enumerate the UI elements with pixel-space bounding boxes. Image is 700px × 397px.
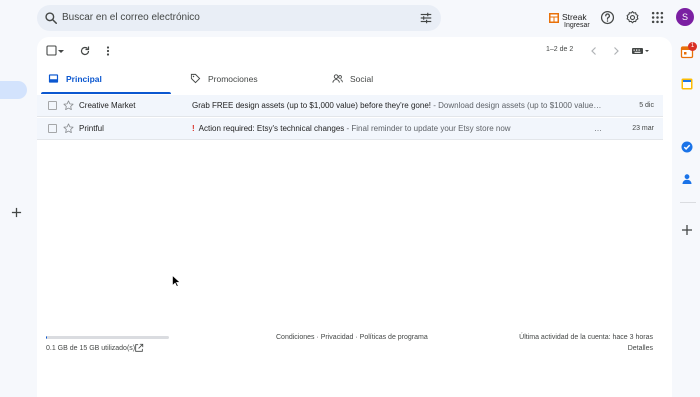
tag-icon [190, 73, 201, 84]
email-subject: Action required: Etsy's technical change… [198, 124, 345, 133]
tab-principal[interactable]: Principal [37, 65, 179, 95]
mouse-cursor-icon [172, 275, 180, 287]
email-row[interactable]: Printful ! Action required: Etsy's techni… [37, 118, 663, 140]
row-checkbox[interactable] [48, 124, 57, 133]
calendar-icon[interactable] [680, 77, 694, 91]
search-icon[interactable] [44, 11, 58, 25]
email-sender: Creative Market [79, 101, 136, 110]
select-dropdown-icon[interactable] [57, 45, 65, 57]
refresh-icon[interactable] [79, 45, 91, 57]
email-snippet: - Download design assets (up to $1000 va… [431, 101, 602, 110]
details-link[interactable]: Detalles [628, 345, 653, 352]
search-bar[interactable]: Buscar en el correo electrónico [37, 5, 441, 31]
more-options-icon[interactable] [102, 45, 114, 57]
last-activity-text: Última actividad de la cuenta: hace 3 ho… [519, 334, 653, 341]
streak-signin-label[interactable]: Ingresar [564, 22, 590, 29]
account-avatar[interactable]: S [676, 8, 694, 26]
category-tabs: Principal Promociones Social [37, 65, 672, 95]
important-marker-icon[interactable]: ! [192, 124, 195, 133]
pagination-count: 1–2 de 2 [546, 46, 574, 53]
help-icon[interactable] [600, 10, 615, 25]
get-addons-plus-icon[interactable] [680, 223, 694, 237]
star-icon[interactable] [63, 123, 74, 134]
storage-usage-text: 0.1 GB de 15 GB utilizado(s) [46, 345, 136, 352]
email-subject-line: ! Action required: Etsy's technical chang… [192, 124, 602, 133]
search-options-icon[interactable] [419, 11, 433, 25]
email-snippet: - Final reminder to update your Etsy sto… [344, 124, 511, 133]
storage-usage-fill [46, 336, 48, 339]
row-checkbox[interactable] [48, 101, 57, 110]
email-date: 5 dic [639, 102, 654, 109]
tab-social[interactable]: Social [321, 65, 463, 95]
email-sender: Printful [79, 124, 104, 133]
star-icon[interactable] [63, 100, 74, 111]
streak-logo-icon [549, 13, 559, 23]
tab-promociones-label: Promociones [208, 74, 258, 84]
open-external-icon[interactable] [134, 343, 144, 353]
active-tab-indicator [41, 92, 171, 94]
contacts-icon[interactable] [680, 172, 694, 186]
email-subject: Grab FREE design assets (up to $1,000 va… [192, 101, 431, 110]
footer-policy-links[interactable]: Condiciones · Privacidad · Políticas de … [276, 334, 428, 341]
streak-label: Streak [562, 12, 587, 22]
inbox-icon [48, 74, 59, 83]
newer-chevron-right-icon[interactable] [610, 45, 622, 57]
add-label-plus-icon[interactable] [11, 207, 22, 218]
input-tools-keyboard-icon[interactable] [631, 45, 651, 57]
sidebar-selected-item[interactable] [0, 81, 27, 99]
tasks-icon[interactable] [680, 140, 694, 154]
search-input[interactable]: Buscar en el correo electrónico [62, 12, 200, 23]
tab-promociones[interactable]: Promociones [179, 65, 321, 95]
mail-list-panel: 1–2 de 2 Principal Promociones Social Cr… [37, 37, 672, 397]
notification-badge: 1 [688, 42, 697, 51]
apps-grid-icon[interactable] [650, 10, 665, 25]
storage-usage-bar [46, 336, 169, 339]
email-subject-line: Grab FREE design assets (up to $1,000 va… [192, 101, 602, 110]
older-chevron-left-icon[interactable] [588, 45, 600, 57]
email-date: 23 mar [632, 125, 654, 132]
settings-gear-icon[interactable] [625, 10, 640, 25]
tab-principal-label: Principal [66, 74, 102, 84]
email-row[interactable]: Creative Market Grab FREE design assets … [37, 95, 663, 117]
tab-social-label: Social [350, 74, 374, 84]
email-ellipsis: … [594, 124, 602, 133]
side-panel-divider [680, 202, 696, 203]
people-icon [332, 74, 343, 83]
